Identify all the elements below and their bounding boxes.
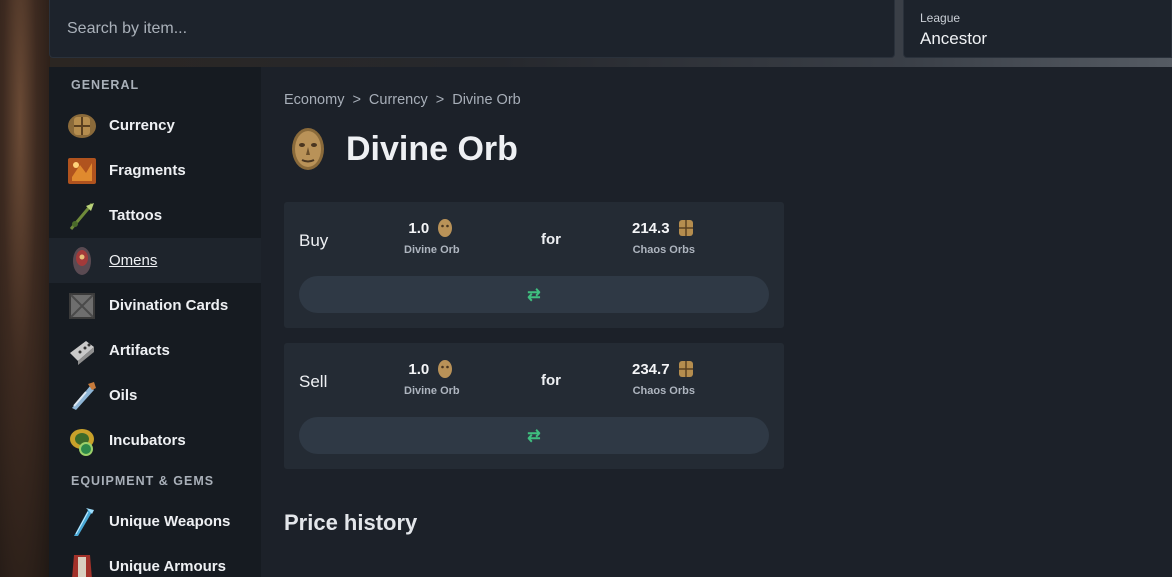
sell-label: Sell — [299, 372, 328, 391]
breadcrumb: Economy > Currency > Divine Orb — [284, 92, 526, 108]
sell-give: 1.0 Divine Orb — [404, 359, 460, 397]
sidebar-item-divination-cards[interactable]: Divination Cards — [49, 283, 261, 328]
sell-swap-button[interactable]: ⇄ — [299, 417, 769, 454]
buy-swap-button[interactable]: ⇄ — [299, 276, 769, 313]
buy-panel: Buy 1.0 Divine Orb for 214.3 Chaos Orbs … — [284, 202, 784, 328]
divine-orb-icon — [435, 359, 455, 379]
buy-give-name: Divine Orb — [404, 244, 460, 256]
sell-give-amount: 1.0 — [408, 360, 430, 378]
page-header: Divine Orb — [284, 125, 518, 173]
sidebar-item-unique-weapons[interactable]: Unique Weapons — [49, 499, 261, 544]
league-selector[interactable]: League Ancestor — [903, 0, 1172, 58]
price-history-heading: Price history — [284, 510, 418, 535]
fragments-icon — [66, 155, 98, 187]
swap-icon: ⇄ — [527, 286, 541, 304]
sidebar-item-omens[interactable]: Omens — [49, 238, 261, 283]
unique-armours-icon — [66, 551, 98, 577]
sidebar-item-label: Incubators — [109, 432, 186, 449]
sidebar-item-label: Omens — [109, 252, 158, 269]
sell-for-label: for — [541, 372, 561, 389]
sidebar-item-fragments[interactable]: Fragments — [49, 148, 261, 193]
sidebar-item-label: Currency — [109, 117, 175, 134]
sidebar-item-label: Unique Armours — [109, 558, 226, 575]
unique-weapons-icon — [66, 506, 98, 538]
tattoos-icon — [66, 200, 98, 232]
sidebar-item-oils[interactable]: Oils — [49, 373, 261, 418]
omens-icon — [66, 245, 98, 277]
chaos-orb-icon — [676, 359, 696, 379]
sell-get-amount: 234.7 — [632, 360, 670, 378]
swap-icon: ⇄ — [527, 427, 541, 445]
sidebar-item-label: Artifacts — [109, 342, 170, 359]
oils-icon — [66, 380, 98, 412]
breadcrumb-economy[interactable]: Economy — [284, 92, 344, 108]
breadcrumb-currency[interactable]: Currency — [369, 92, 428, 108]
sidebar: GENERAL Currency Fragments Tattoos Omens… — [49, 67, 261, 577]
page-title: Divine Orb — [346, 129, 518, 168]
background-art — [0, 0, 50, 577]
divine-orb-icon — [284, 125, 332, 173]
sell-get-name: Chaos Orbs — [632, 385, 695, 397]
sidebar-item-tattoos[interactable]: Tattoos — [49, 193, 261, 238]
sell-get: 234.7 Chaos Orbs — [632, 359, 696, 398]
buy-give: 1.0 Divine Orb — [404, 218, 460, 256]
chaos-orb-icon — [676, 218, 696, 238]
sidebar-item-currency[interactable]: Currency — [49, 103, 261, 148]
divination-cards-icon — [66, 290, 98, 322]
breadcrumb-separator: > — [352, 92, 361, 108]
currency-icon — [66, 110, 98, 142]
sidebar-item-label: Tattoos — [109, 207, 163, 224]
sidebar-item-incubators[interactable]: Incubators — [49, 418, 261, 463]
sell-give-name: Divine Orb — [404, 385, 460, 397]
breadcrumb-separator: > — [435, 92, 445, 108]
buy-give-amount: 1.0 — [408, 219, 430, 237]
main-content: Economy > Currency > Divine Orb Divine Orb B… — [261, 67, 1172, 577]
sidebar-item-label: Divination Cards — [109, 297, 229, 314]
sidebar-item-label: Fragments — [109, 162, 186, 179]
search-input[interactable] — [67, 19, 894, 38]
buy-get-amount: 214.3 — [632, 219, 670, 237]
sell-panel: Sell 1.0 Divine Orb for 234.7 Chaos Orbs… — [284, 343, 784, 469]
league-value: Ancestor — [920, 29, 988, 48]
buy-get-name: Chaos Orbs — [632, 244, 695, 256]
sidebar-section-equipment: EQUIPMENT & GEMS — [71, 474, 215, 488]
sidebar-item-label: Unique Weapons — [109, 513, 231, 530]
buy-for-label: for — [541, 231, 561, 248]
breadcrumb-current: Divine Orb — [452, 92, 521, 108]
artifacts-icon — [66, 335, 98, 367]
sidebar-item-unique-armours[interactable]: Unique Armours — [49, 544, 261, 577]
incubators-icon — [66, 425, 98, 457]
search-bar[interactable] — [49, 0, 895, 58]
divine-orb-icon — [435, 218, 455, 238]
sidebar-item-artifacts[interactable]: Artifacts — [49, 328, 261, 373]
sidebar-item-label: Oils — [109, 387, 138, 404]
buy-label: Buy — [299, 231, 329, 250]
league-label: League — [920, 11, 961, 25]
sidebar-section-general: GENERAL — [71, 78, 140, 92]
buy-get: 214.3 Chaos Orbs — [632, 218, 696, 257]
